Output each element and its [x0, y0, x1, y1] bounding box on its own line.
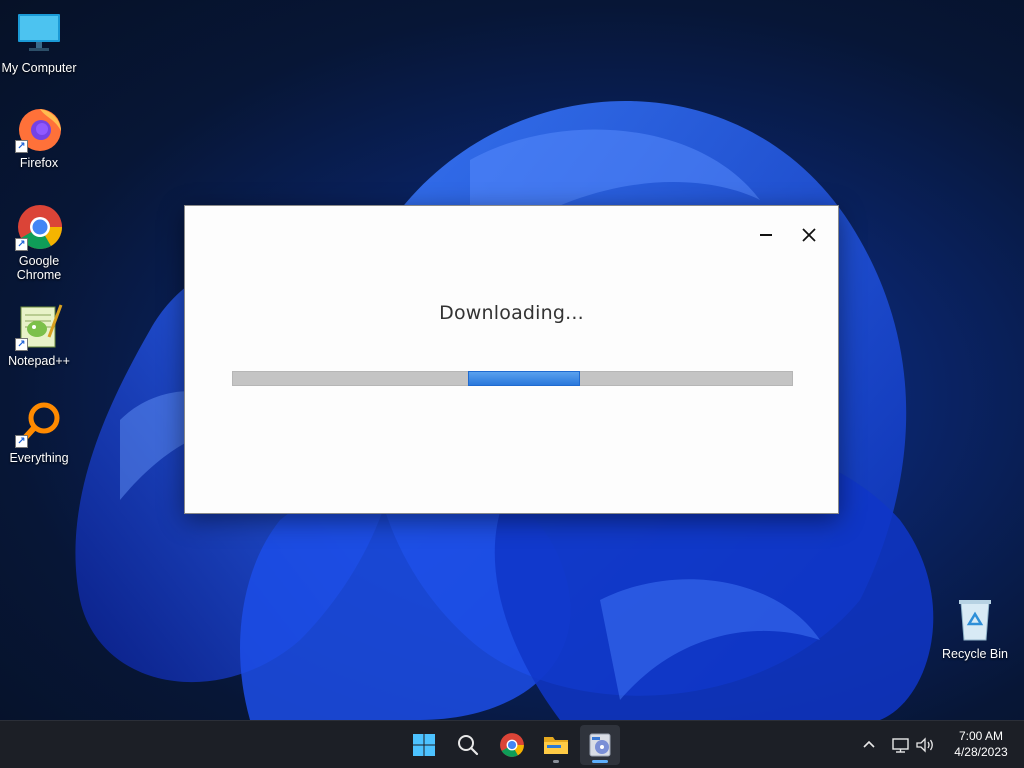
everything-search-icon: ↗	[15, 400, 63, 448]
firefox-icon: ↗	[15, 105, 63, 153]
desktop-icon-recycle-bin[interactable]: Recycle Bin	[936, 596, 1014, 661]
download-dialog: Downloading...	[184, 205, 839, 514]
download-status-text: Downloading...	[439, 302, 584, 324]
taskbar-installer-button[interactable]	[580, 725, 620, 765]
taskbar-chrome-button[interactable]	[492, 725, 532, 765]
desktop-icon-my-computer[interactable]: My Computer	[0, 10, 78, 75]
desktop-icon-label: My Computer	[1, 61, 77, 75]
chrome-icon	[500, 733, 524, 757]
active-indicator	[592, 760, 608, 763]
desktop-icon-label: Google Chrome	[16, 254, 62, 282]
windows-start-icon	[413, 734, 435, 756]
taskbar-start-button[interactable]	[404, 725, 444, 765]
network-icon	[892, 738, 909, 753]
shortcut-arrow-icon: ↗	[15, 338, 28, 351]
desktop-icon-label: Notepad++	[8, 354, 70, 368]
desktop-icon-firefox[interactable]: ↗ Firefox	[0, 105, 78, 170]
close-icon	[802, 228, 816, 242]
notepadpp-icon: ↗	[15, 303, 63, 351]
monitor-icon	[15, 10, 63, 58]
show-hidden-icons-button[interactable]	[857, 733, 881, 757]
minimize-button[interactable]	[751, 222, 781, 248]
shortcut-arrow-icon: ↗	[15, 435, 28, 448]
taskbar-file-explorer-button[interactable]	[536, 725, 576, 765]
system-clock[interactable]: 7:00 AM 4/28/2023	[942, 728, 1020, 760]
shortcut-arrow-icon: ↗	[15, 140, 28, 153]
shortcut-arrow-icon: ↗	[15, 238, 28, 251]
close-button[interactable]	[794, 222, 824, 248]
taskbar: 7:00 AM 4/28/2023	[0, 720, 1024, 768]
network-button[interactable]	[890, 733, 912, 757]
clock-date: 4/28/2023	[954, 745, 1008, 759]
desktop-icon-label: Recycle Bin	[942, 647, 1008, 661]
clock-time: 7:00 AM	[958, 729, 1004, 743]
recycle-bin-icon	[951, 596, 999, 644]
taskbar-search-button[interactable]	[448, 725, 488, 765]
volume-icon	[916, 737, 933, 753]
folder-icon	[544, 737, 568, 754]
search-icon	[458, 735, 479, 756]
desktop-icon-google-chrome[interactable]: ↗ Google Chrome	[0, 203, 78, 282]
desktop-icon-everything[interactable]: ↗ Everything	[0, 400, 78, 465]
desktop-icon-label: Firefox	[19, 156, 59, 170]
chrome-icon: ↗	[15, 203, 63, 251]
volume-button[interactable]	[914, 733, 936, 757]
chevron-up-icon	[863, 740, 875, 748]
desktop-icon-label: Everything	[9, 451, 69, 465]
running-indicator	[553, 760, 559, 763]
installer-icon	[589, 733, 611, 757]
progress-marquee-block	[468, 371, 580, 386]
download-progress-bar	[232, 371, 793, 386]
desktop-icon-notepad-plus-plus[interactable]: ↗ Notepad++	[0, 303, 78, 368]
